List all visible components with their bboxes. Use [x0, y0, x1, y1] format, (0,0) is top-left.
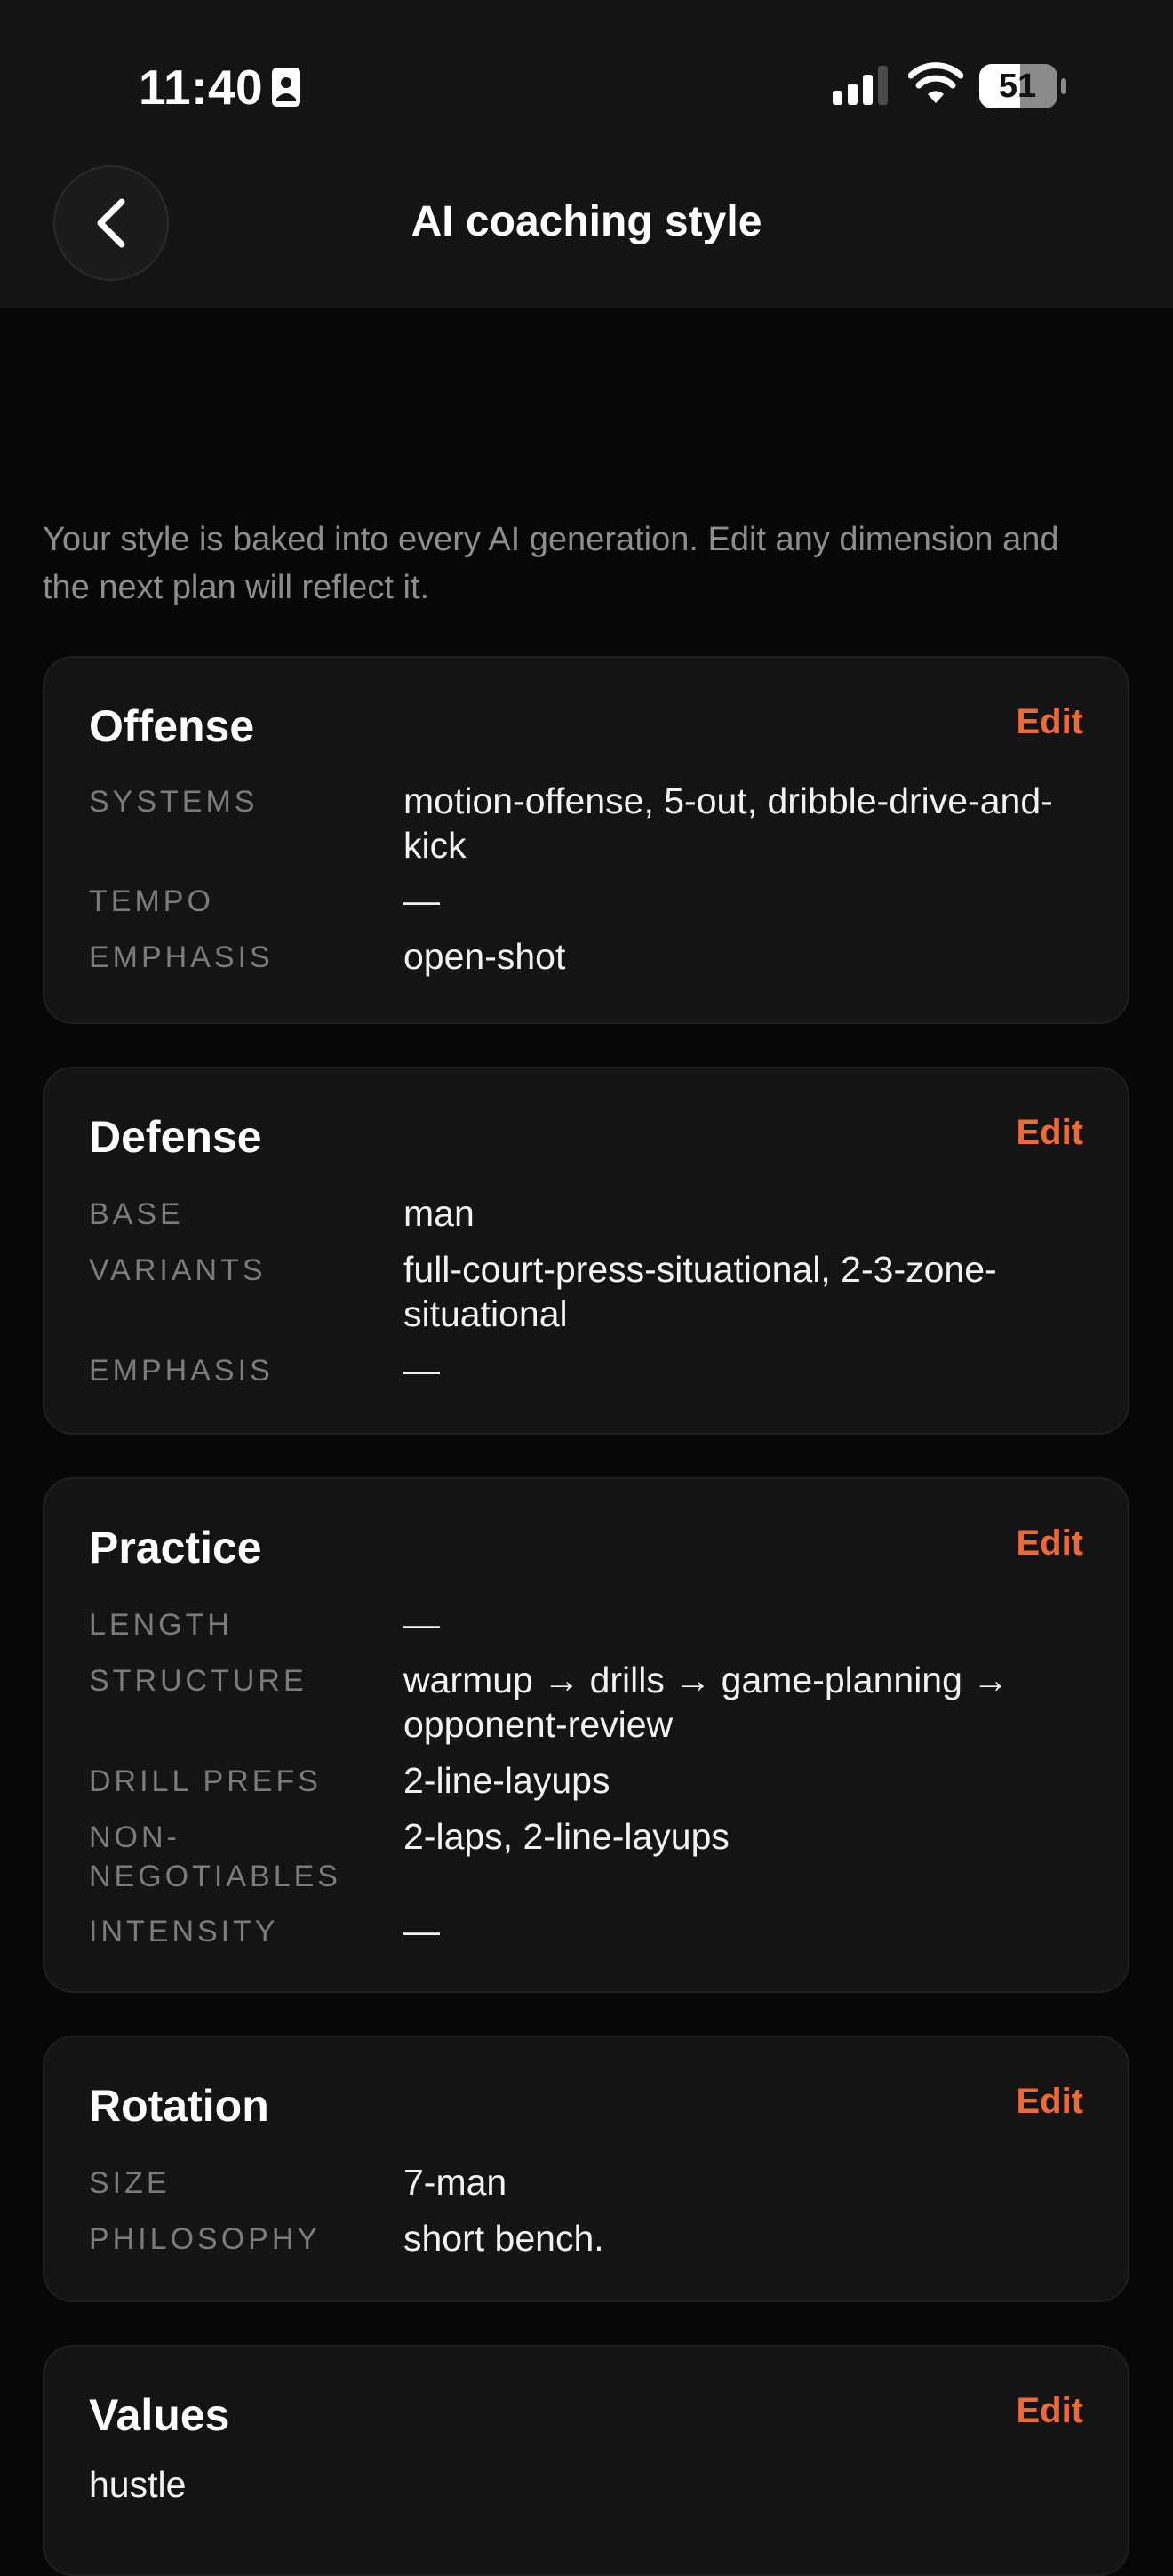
row-label: PHILOSOPHY	[89, 2222, 322, 2256]
rotation-edit-button[interactable]: Edit	[1016, 2082, 1083, 2122]
card-title: Practice	[89, 1523, 262, 1572]
card-title: Values	[89, 2390, 230, 2440]
wifi-icon	[908, 62, 963, 103]
card-title: Defense	[89, 1112, 262, 1162]
offense-card: Offense Edit SYSTEMS motion-offense, 5-o…	[43, 656, 1129, 1024]
card-title: Offense	[89, 701, 255, 751]
card-title: Rotation	[89, 2081, 269, 2131]
row-label: EMPHASIS	[89, 1354, 274, 1388]
battery-level: 51	[998, 68, 1037, 105]
row-label: STRUCTURE	[89, 1664, 307, 1698]
row-label: LENGTH	[89, 1608, 233, 1642]
defense-edit-button[interactable]: Edit	[1016, 1113, 1083, 1153]
row-value: short bench.	[403, 2218, 604, 2259]
status-time: 11:40	[139, 60, 264, 115]
row-label: SYSTEMS	[89, 785, 259, 819]
row-value: motion-offense, 5-out, dribble-drive-and…	[403, 780, 1053, 866]
intro-text: Your style is baked into every AI genera…	[43, 521, 1059, 606]
practice-edit-button[interactable]: Edit	[1016, 1524, 1083, 1564]
row-label: INTENSITY	[89, 1915, 279, 1948]
values-edit-button[interactable]: Edit	[1016, 2391, 1083, 2431]
row-label: NON-NEGOTIABLES	[89, 1820, 341, 1893]
header-bar: 11:40 51 AI coaching style	[0, 0, 1173, 308]
row-value: full-court-press-situational, 2-3-zone-s…	[403, 1249, 997, 1334]
row-value: open-shot	[403, 936, 566, 977]
row-label: DRILL PREFS	[89, 1764, 322, 1798]
row-label: EMPHASIS	[89, 940, 274, 974]
row-value: 2-laps, 2-line-layups	[403, 1816, 730, 1857]
row-value: —	[403, 1604, 440, 1644]
row-value: 2-line-layups	[403, 1760, 610, 1801]
row-value: —	[403, 1349, 440, 1390]
row-value: —	[403, 880, 440, 921]
page-title: AI coaching style	[411, 198, 762, 245]
row-label: VARIANTS	[89, 1253, 267, 1287]
row-value: 7-man	[403, 2162, 507, 2203]
offense-edit-button[interactable]: Edit	[1016, 702, 1083, 742]
values-card: Values Edit hustle	[43, 2345, 1129, 2576]
practice-card: Practice Edit LENGTH — STRUCTURE warmup …	[43, 1477, 1129, 1993]
defense-card: Defense Edit BASE man VARIANTS full-cour…	[43, 1067, 1129, 1435]
row-value: warmup → drills → game-planning → oppone…	[403, 1660, 1009, 1745]
cellular-signal-icon	[833, 66, 888, 105]
row-label: SIZE	[89, 2166, 171, 2200]
row-label: TEMPO	[89, 884, 214, 918]
values-text: hustle	[89, 2464, 187, 2505]
row-label: BASE	[89, 1197, 184, 1231]
row-value: —	[403, 1910, 440, 1951]
row-value: man	[403, 1193, 475, 1234]
contact-card-icon	[272, 68, 300, 107]
rotation-card: Rotation Edit SIZE 7-man PHILOSOPHY shor…	[43, 2036, 1129, 2302]
